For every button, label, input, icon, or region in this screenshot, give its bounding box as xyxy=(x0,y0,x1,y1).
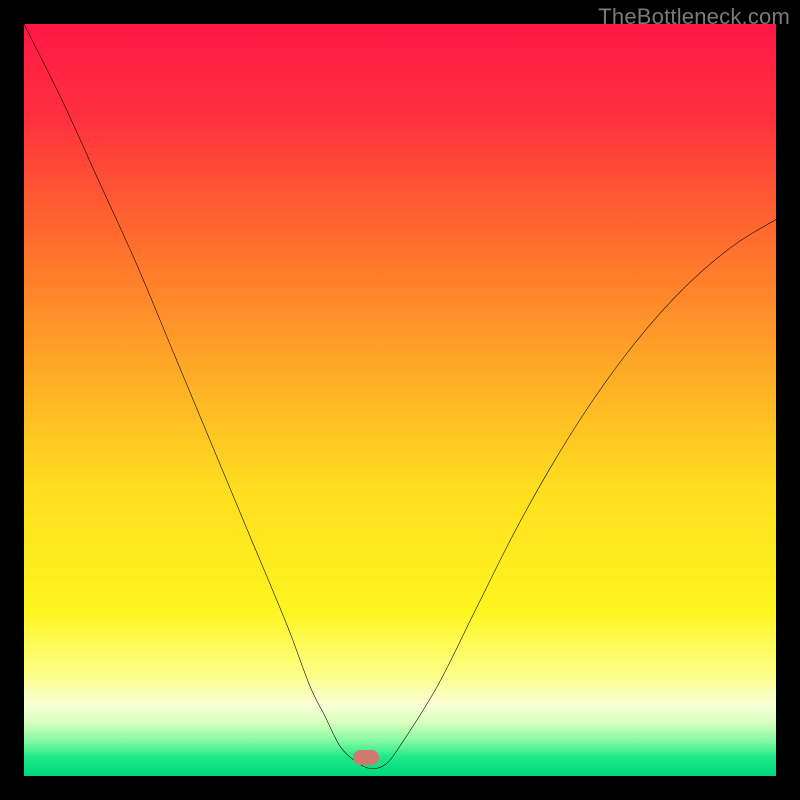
bottleneck-curve xyxy=(24,24,776,776)
chart-frame: TheBottleneck.com xyxy=(0,0,800,800)
plot-area xyxy=(24,24,776,776)
watermark-text: TheBottleneck.com xyxy=(598,4,790,30)
optimum-marker xyxy=(353,750,379,765)
